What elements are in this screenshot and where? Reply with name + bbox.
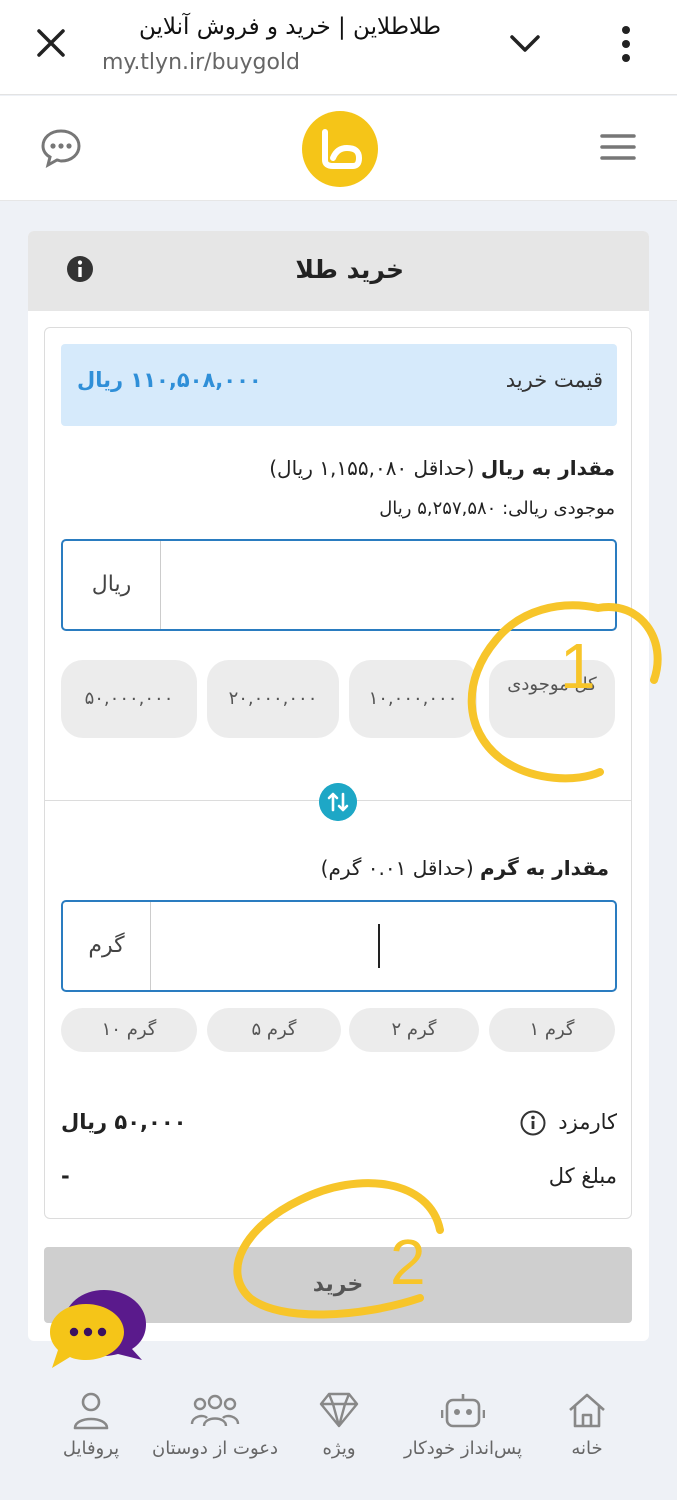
logo-icon[interactable] bbox=[301, 110, 379, 188]
fee-row: کارمزد ۵۰,۰۰۰ ریال bbox=[61, 1104, 617, 1144]
close-icon[interactable] bbox=[34, 26, 68, 60]
total-value: - bbox=[61, 1164, 70, 1188]
total-label: مبلغ کل bbox=[548, 1164, 617, 1188]
price-box: قیمت خرید ۱۱۰,۵۰۸,۰۰۰ ریال bbox=[61, 344, 617, 426]
fee-label: کارمزد bbox=[558, 1110, 617, 1134]
price-value: ۱۱۰,۵۰۸,۰۰۰ ریال bbox=[77, 368, 262, 392]
buy-gold-card: خرید طلا قیمت خرید ۱۱۰,۵۰۸,۰۰۰ ریال مقدا… bbox=[28, 231, 649, 1341]
nav-auto-saving[interactable]: پس‌انداز خودکار bbox=[398, 1390, 528, 1459]
info-outline-icon[interactable] bbox=[520, 1110, 546, 1136]
nav-special[interactable]: ویژه bbox=[274, 1390, 404, 1459]
app-header bbox=[0, 96, 677, 201]
info-icon[interactable] bbox=[66, 255, 94, 283]
chip-1g[interactable]: ۱ گرم bbox=[489, 1008, 615, 1052]
chip-20m[interactable]: ۲۰,۰۰۰,۰۰۰ bbox=[207, 660, 339, 738]
user-icon bbox=[73, 1392, 109, 1430]
card-header: خرید طلا bbox=[28, 231, 649, 311]
rial-label-note: (حداقل ۱,۱۵۵,۰۸۰ ریال) bbox=[269, 456, 475, 480]
chevron-down-icon[interactable] bbox=[508, 28, 542, 58]
home-icon bbox=[569, 1393, 605, 1428]
chip-5g[interactable]: ۵ گرم bbox=[207, 1008, 341, 1052]
hamburger-menu-icon[interactable] bbox=[600, 132, 636, 162]
gram-amount-label: مقدار به گرم (حداقل ۰.۰۱ گرم) bbox=[321, 856, 609, 880]
bottom-nav: خانه پس‌انداز خودکار ویژه دعوت از دوستان… bbox=[0, 1368, 677, 1500]
total-row: مبلغ کل - bbox=[61, 1158, 617, 1198]
nav-invite-label: دعوت از دوستان bbox=[151, 1438, 279, 1459]
nav-auto-saving-label: پس‌انداز خودکار bbox=[403, 1438, 523, 1459]
rial-unit: ریال bbox=[63, 541, 161, 629]
fee-key: کارمزد bbox=[520, 1110, 617, 1136]
nav-invite-friends[interactable]: دعوت از دوستان bbox=[150, 1390, 280, 1459]
browser-title: طلاطلاین | خرید و فروش آنلاین bbox=[138, 14, 442, 40]
rial-label-bold: مقدار به ریال bbox=[480, 456, 615, 480]
form-panel: قیمت خرید ۱۱۰,۵۰۸,۰۰۰ ریال مقدار به ریال… bbox=[44, 327, 632, 1219]
browser-bar: طلاطلاین | خرید و فروش آنلاین my.tlyn.ir… bbox=[0, 0, 677, 95]
nav-home[interactable]: خانه bbox=[522, 1390, 652, 1459]
nav-profile[interactable]: پروفایل bbox=[26, 1390, 156, 1459]
rial-amount-label: مقدار به ریال (حداقل ۱,۱۵۵,۰۸۰ ریال) bbox=[269, 456, 615, 480]
card-title: خرید طلا bbox=[295, 255, 404, 284]
nav-home-label: خانه bbox=[571, 1438, 603, 1459]
browser-url[interactable]: my.tlyn.ir/buygold bbox=[102, 50, 300, 75]
nav-profile-label: پروفایل bbox=[62, 1438, 120, 1459]
support-chat-icon[interactable] bbox=[46, 1284, 150, 1374]
robot-icon bbox=[441, 1394, 485, 1428]
swap-icon[interactable] bbox=[319, 783, 357, 821]
gram-label-bold: مقدار به گرم bbox=[480, 856, 609, 880]
chip-50m[interactable]: ۵۰,۰۰۰,۰۰۰ bbox=[61, 660, 197, 738]
chat-icon[interactable] bbox=[40, 128, 82, 168]
price-label: قیمت خرید bbox=[505, 368, 603, 392]
rial-balance: موجودی ریالی: ۵,۲۵۷,۵۸۰ ریال bbox=[379, 498, 615, 519]
rial-input[interactable]: ریال bbox=[61, 539, 617, 631]
chip-10g[interactable]: ۱۰ گرم bbox=[61, 1008, 197, 1052]
fee-value: ۵۰,۰۰۰ ریال bbox=[61, 1110, 187, 1134]
gram-unit: گرم bbox=[63, 902, 151, 990]
chip-all-balance[interactable]: کل موجودی bbox=[489, 660, 615, 738]
kebab-menu-icon[interactable] bbox=[614, 24, 638, 64]
chip-10m[interactable]: ۱۰,۰۰۰,۰۰۰ bbox=[349, 660, 477, 738]
nav-special-label: ویژه bbox=[322, 1438, 356, 1459]
text-caret bbox=[378, 924, 380, 968]
gram-label-note: (حداقل ۰.۰۱ گرم) bbox=[320, 856, 474, 880]
diamond-icon bbox=[319, 1392, 359, 1428]
people-icon bbox=[190, 1394, 240, 1427]
gram-input[interactable]: گرم bbox=[61, 900, 617, 992]
chip-2g[interactable]: ۲ گرم bbox=[349, 1008, 479, 1052]
